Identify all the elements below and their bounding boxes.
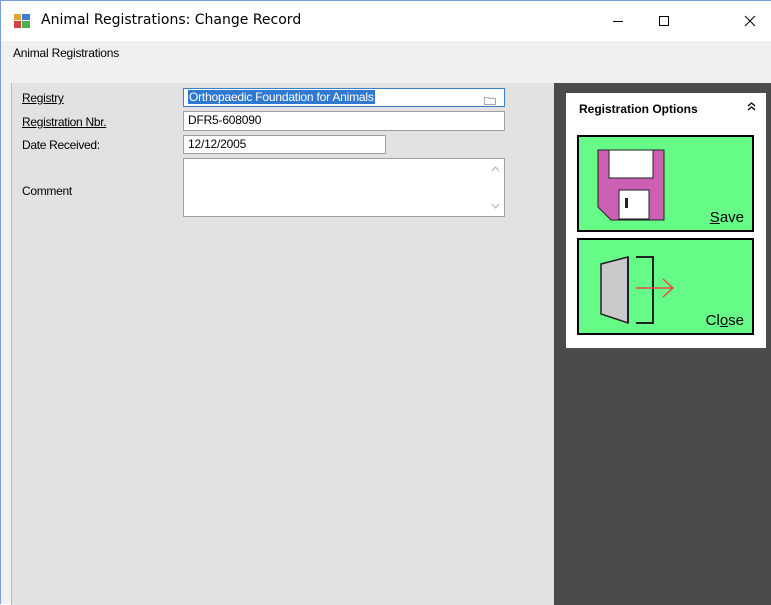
registry-field[interactable]: Orthopaedic Foundation for Animals	[183, 88, 505, 107]
close-x-icon	[744, 15, 756, 27]
floppy-disk-icon	[597, 149, 665, 221]
comment-scrollbar[interactable]	[487, 159, 504, 216]
maximize-icon	[659, 16, 669, 26]
registry-value: Orthopaedic Foundation for Animals	[188, 90, 375, 104]
close-button[interactable]: Close	[577, 238, 754, 335]
save-button[interactable]: Save	[577, 135, 754, 232]
comment-textarea[interactable]	[183, 158, 505, 217]
registration-options-box: Registration Options Save Close	[566, 93, 766, 348]
menu-item-animal-registrations[interactable]: Animal Registrations	[13, 46, 119, 60]
maximize-button[interactable]	[642, 1, 686, 41]
app-form-icon[interactable]	[14, 14, 30, 28]
registry-label[interactable]: Registry	[22, 91, 64, 105]
date-received-picker[interactable]: 12/12/2005	[183, 135, 388, 204]
scroll-up-icon	[491, 166, 500, 172]
minimize-button[interactable]	[596, 1, 640, 41]
door-exit-icon	[600, 256, 675, 325]
close-window-button[interactable]	[728, 1, 771, 41]
minimize-icon	[613, 21, 623, 22]
registration-nbr-input[interactable]: DFR5-608090	[183, 111, 505, 131]
title-bar[interactable]: Animal Registrations: Change Record	[1, 1, 771, 41]
date-received-label: Date Received:	[22, 138, 100, 152]
folder-icon[interactable]	[484, 93, 496, 109]
window-title: Animal Registrations: Change Record	[41, 12, 302, 28]
app-window: Animal Registrations: Change Record Anim…	[0, 0, 771, 605]
options-panel: Registration Options Save Close	[554, 83, 771, 605]
date-received-value: 12/12/2005	[188, 137, 247, 151]
registration-nbr-label[interactable]: Registration Nbr.	[22, 115, 107, 129]
save-label: Save	[709, 209, 744, 226]
menu-bar: Animal Registrations	[1, 41, 771, 83]
close-label: Close	[705, 312, 744, 329]
registration-options-title: Registration Options	[579, 102, 698, 116]
form-area: Registry Orthopaedic Foundation for Anim…	[11, 83, 554, 605]
scroll-down-icon	[491, 203, 500, 209]
double-chevron-up-icon[interactable]	[747, 100, 756, 114]
comment-label: Comment	[22, 184, 72, 198]
